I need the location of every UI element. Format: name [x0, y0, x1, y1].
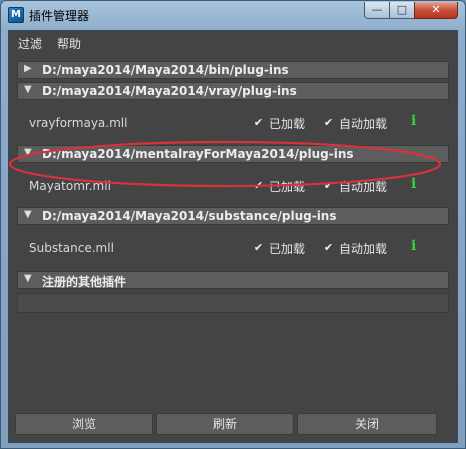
- plugin-row-vrayformaya: vrayformaya.mll ✔ 已加载 ✔ 自动加载 i: [17, 107, 449, 139]
- maximize-button[interactable]: □: [389, 2, 415, 19]
- plugin-name: Substance.mll: [29, 241, 114, 255]
- minimize-button[interactable]: —: [364, 2, 390, 19]
- section-path: D:/maya2014/Maya2014/substance/plug-ins: [42, 209, 337, 223]
- menu-help[interactable]: 帮助: [57, 35, 81, 52]
- menu-bar: 过滤 帮助: [9, 31, 457, 53]
- info-icon[interactable]: i: [411, 176, 416, 192]
- auto-load-label: 自动加载: [339, 242, 388, 256]
- expand-arrow-icon[interactable]: ▶: [24, 63, 32, 74]
- loaded-checkbox[interactable]: ✔: [253, 180, 264, 191]
- loaded-label: 已加载: [269, 242, 306, 256]
- section-title: 注册的其他插件: [42, 275, 127, 289]
- browse-button[interactable]: 浏览: [15, 413, 153, 435]
- info-icon[interactable]: i: [411, 113, 416, 129]
- collapse-arrow-icon[interactable]: ▼: [24, 84, 32, 95]
- collapse-arrow-icon[interactable]: ▼: [24, 273, 32, 284]
- section-header-substance[interactable]: ▼ D:/maya2014/Maya2014/substance/plug-in…: [17, 207, 449, 225]
- auto-load-label: 自动加载: [339, 117, 388, 131]
- plugin-name: vrayformaya.mll: [29, 116, 128, 130]
- auto-load-checkbox[interactable]: ✔: [323, 180, 334, 191]
- window-title: 插件管理器: [29, 9, 90, 23]
- other-plugins-list: [17, 293, 449, 313]
- loaded-label: 已加载: [269, 117, 306, 131]
- auto-load-label: 自动加载: [339, 180, 388, 194]
- close-button[interactable]: 关闭: [297, 413, 437, 435]
- auto-load-checkbox[interactable]: ✔: [323, 242, 334, 253]
- auto-load-checkbox[interactable]: ✔: [323, 117, 334, 128]
- menu-filter[interactable]: 过滤: [18, 35, 42, 52]
- client-area: 过滤 帮助 ▶ D:/maya2014/Maya2014/bin/plug-in…: [8, 30, 458, 443]
- section-path: D:/maya2014/Maya2014/bin/plug-ins: [42, 63, 289, 77]
- maya-app-icon: M: [8, 7, 24, 23]
- loaded-label: 已加载: [269, 180, 306, 194]
- section-path: D:/maya2014/Maya2014/vray/plug-ins: [42, 84, 297, 98]
- close-window-button[interactable]: ✕: [414, 2, 458, 19]
- loaded-checkbox[interactable]: ✔: [253, 242, 264, 253]
- plugin-manager-window: M 插件管理器 — □ ✕ 过滤 帮助 ▶ D:/maya2014/Maya20…: [0, 0, 466, 449]
- collapse-arrow-icon[interactable]: ▼: [24, 209, 32, 220]
- section-header-vray[interactable]: ▼ D:/maya2014/Maya2014/vray/plug-ins: [17, 82, 449, 100]
- section-header-bin[interactable]: ▶ D:/maya2014/Maya2014/bin/plug-ins: [17, 61, 449, 79]
- plugin-row-substance: Substance.mll ✔ 已加载 ✔ 自动加载 i: [17, 232, 449, 264]
- plugin-name: Mayatomr.mll: [29, 179, 111, 193]
- section-header-other-registered[interactable]: ▼ 注册的其他插件: [17, 271, 449, 289]
- section-header-mentalray[interactable]: ▼ D:/maya2014/mentalrayForMaya2014/plug-…: [17, 145, 449, 163]
- refresh-button[interactable]: 刷新: [156, 413, 294, 435]
- loaded-checkbox[interactable]: ✔: [253, 117, 264, 128]
- section-path: D:/maya2014/mentalrayForMaya2014/plug-in…: [42, 147, 354, 161]
- title-bar[interactable]: M 插件管理器 — □ ✕: [1, 1, 465, 29]
- info-icon[interactable]: i: [411, 238, 416, 254]
- collapse-arrow-icon[interactable]: ▼: [24, 147, 32, 158]
- plugin-row-mayatomr: Mayatomr.mll ✔ 已加载 ✔ 自动加载 i: [17, 170, 449, 202]
